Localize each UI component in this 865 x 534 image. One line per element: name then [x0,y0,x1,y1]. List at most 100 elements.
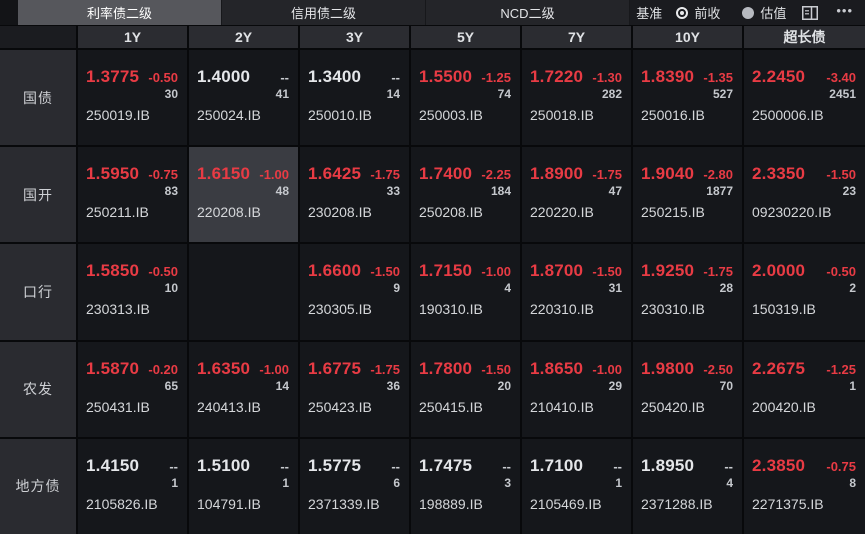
quote-line: 2.0000 -0.50 [752,261,856,281]
quote-cell-row-local-gov-10Y[interactable]: 1.8950 -- 4 2371288.IB [633,438,742,534]
quote-cell-row-cdb-7Y[interactable]: 1.8900 -1.75 47 220220.IB [522,147,631,243]
quote-bond-code: 200420.IB [752,398,816,415]
quote-cell-row-exim-2Y[interactable] [189,244,298,340]
quote-bond-code: 2371339.IB [308,495,380,512]
quote-cell-row-adbc-7Y[interactable]: 1.8650 -1.00 29 210410.IB [522,341,631,437]
tab-rate-bond-secondary[interactable]: 利率债二级 [18,0,222,25]
quote-cell-row-treasury-5Y[interactable]: 1.5500 -1.25 74 250003.IB [411,50,520,146]
quote-change: -0.20 [148,361,178,377]
quote-volume: 10 [164,281,178,296]
quote-cell-row-treasury-1Y[interactable]: 1.3775 -0.50 30 250019.IB [78,50,187,146]
layout-panel-icon[interactable] [800,5,820,20]
radio-prev-close-label: 前收 [694,6,721,21]
quote-cell-row-adbc-10Y[interactable]: 1.9800 -2.50 70 250420.IB [633,341,742,437]
quote-cell-row-exim-超长债[interactable]: 2.0000 -0.50 2 150319.IB [744,244,865,340]
quote-volume: 184 [490,184,511,199]
quote-rate: 1.8950 [641,455,695,475]
quote-cell-row-exim-7Y[interactable]: 1.8700 -1.50 31 220310.IB [522,244,631,340]
quote-line: 1.7475 -- [419,456,511,476]
quote-bond-code: 250018.IB [530,107,594,123]
quote-cell-row-cdb-3Y[interactable]: 1.6425 -1.75 33 230208.IB [300,147,409,243]
quote-cell-row-adbc-5Y[interactable]: 1.7800 -1.50 20 250415.IB [411,341,520,437]
quote-cell-row-local-gov-1Y[interactable]: 1.4150 -- 1 2105826.IB [78,438,187,534]
quote-rate: 1.6425 [308,164,362,184]
quote-volume: 1 [849,378,856,393]
quote-rate: 1.7400 [419,164,473,184]
quote-cell-row-adbc-3Y[interactable]: 1.6775 -1.75 36 250423.IB [300,341,409,437]
radio-valuation-label: 估值 [760,6,787,21]
quote-cell-row-local-gov-3Y[interactable]: 1.5775 -- 6 2371339.IB [300,438,409,534]
quote-cell-row-adbc-1Y[interactable]: 1.5870 -0.20 65 250431.IB [78,341,187,437]
quote-cell-row-cdb-2Y[interactable]: 1.6150 -1.00 48 220208.IB [189,147,298,243]
quote-cell-row-local-gov-7Y[interactable]: 1.7100 -- 1 2105469.IB [522,438,631,534]
quote-rate: 1.7150 [419,261,473,281]
quote-cell-row-treasury-2Y[interactable]: 1.4000 -- 41 250024.IB [189,50,298,146]
quote-cell-row-cdb-10Y[interactable]: 1.9040 -2.80 1877 250215.IB [633,147,742,243]
quote-cell-row-adbc-超长债[interactable]: 2.2675 -1.25 1 200420.IB [744,341,865,437]
quote-bond-code: 250423.IB [308,398,372,415]
more-icon[interactable]: ••• [834,4,855,21]
quote-change: -1.75 [370,361,400,377]
quote-bond-code: 2500006.IB [752,107,824,123]
quote-cell-row-local-gov-超长债[interactable]: 2.3850 -0.75 8 2271375.IB [744,438,865,534]
quote-rate: 1.5775 [308,455,362,475]
quote-cell-row-exim-10Y[interactable]: 1.9250 -1.75 28 230310.IB [633,244,742,340]
quote-bond-code: 250024.IB [197,107,261,123]
quote-change: -1.00 [259,167,289,183]
column-header-10Y[interactable]: 10Y [633,26,742,48]
corner-cell [0,26,76,48]
quote-cell-row-exim-1Y[interactable]: 1.5850 -0.50 10 230313.IB [78,244,187,340]
column-header-7Y[interactable]: 7Y [522,26,631,48]
quote-rate: 1.5500 [419,67,473,86]
column-header-3Y[interactable]: 3Y [300,26,409,48]
quote-cell-row-treasury-10Y[interactable]: 1.8390 -1.35 527 250016.IB [633,50,742,146]
quote-change: -1.75 [592,167,622,183]
quote-bond-code: 240413.IB [197,398,261,415]
quote-rate: 1.6150 [197,164,251,184]
quote-cell-row-treasury-7Y[interactable]: 1.7220 -1.30 282 250018.IB [522,50,631,146]
quote-volume: 65 [164,378,178,393]
quote-line: 1.3400 -- [308,67,400,87]
quote-bond-code: 220208.IB [197,204,261,221]
tab-credit-bond-secondary[interactable]: 信用债二级 [222,0,426,25]
quote-change: -1.50 [481,361,511,377]
quote-change: -1.00 [481,264,511,280]
quote-rate: 1.8390 [641,67,695,86]
quote-bond-code: 230305.IB [308,301,372,318]
tab-ncd-secondary[interactable]: NCD二级 [426,0,630,25]
quote-cell-row-treasury-3Y[interactable]: 1.3400 -- 14 250010.IB [300,50,409,146]
quote-cell-row-treasury-超长债[interactable]: 2.2450 -3.40 2451 2500006.IB [744,50,865,146]
quote-change: -0.50 [826,264,856,280]
column-header-超长债[interactable]: 超长债 [744,26,865,48]
column-header-5Y[interactable]: 5Y [411,26,520,48]
radio-prev-close[interactable]: 前收 [676,3,720,22]
quote-rate: 2.3350 [752,164,806,184]
quote-line: 2.2450 -3.40 [752,67,856,87]
quote-cell-row-cdb-5Y[interactable]: 1.7400 -2.25 184 250208.IB [411,147,520,243]
radio-valuation[interactable]: 估值 [742,3,786,22]
quote-line: 1.7800 -1.50 [419,359,511,379]
quote-rate: 1.4000 [197,67,251,86]
quote-line: 1.4000 -- [197,67,289,87]
column-header-2Y[interactable]: 2Y [189,26,298,48]
quote-cell-row-adbc-2Y[interactable]: 1.6350 -1.00 14 240413.IB [189,341,298,437]
quote-rate: 1.5950 [86,164,140,184]
quote-rate: 1.3775 [86,67,140,86]
quote-cell-row-exim-5Y[interactable]: 1.7150 -1.00 4 190310.IB [411,244,520,340]
quote-change: -2.80 [703,167,733,183]
quote-bond-code: 250415.IB [419,398,483,415]
quote-cell-row-cdb-1Y[interactable]: 1.5950 -0.75 83 250211.IB [78,147,187,243]
quote-rate: 1.9800 [641,358,695,378]
quote-rate: 1.6350 [197,358,251,378]
quote-line: 1.5100 -- [197,456,289,476]
quote-line: 1.8390 -1.35 [641,67,733,87]
quote-change: -1.50 [826,167,856,183]
column-header-1Y[interactable]: 1Y [78,26,187,48]
quote-cell-row-exim-3Y[interactable]: 1.6600 -1.50 9 230305.IB [300,244,409,340]
quote-cell-row-local-gov-2Y[interactable]: 1.5100 -- 1 104791.IB [189,438,298,534]
quote-volume: 9 [393,281,400,296]
quote-cell-row-local-gov-5Y[interactable]: 1.7475 -- 3 198889.IB [411,438,520,534]
quote-rate: 2.3850 [752,455,806,475]
quote-rate: 1.9040 [641,164,695,184]
quote-cell-row-cdb-超长债[interactable]: 2.3350 -1.50 23 09230220.IB [744,147,865,243]
